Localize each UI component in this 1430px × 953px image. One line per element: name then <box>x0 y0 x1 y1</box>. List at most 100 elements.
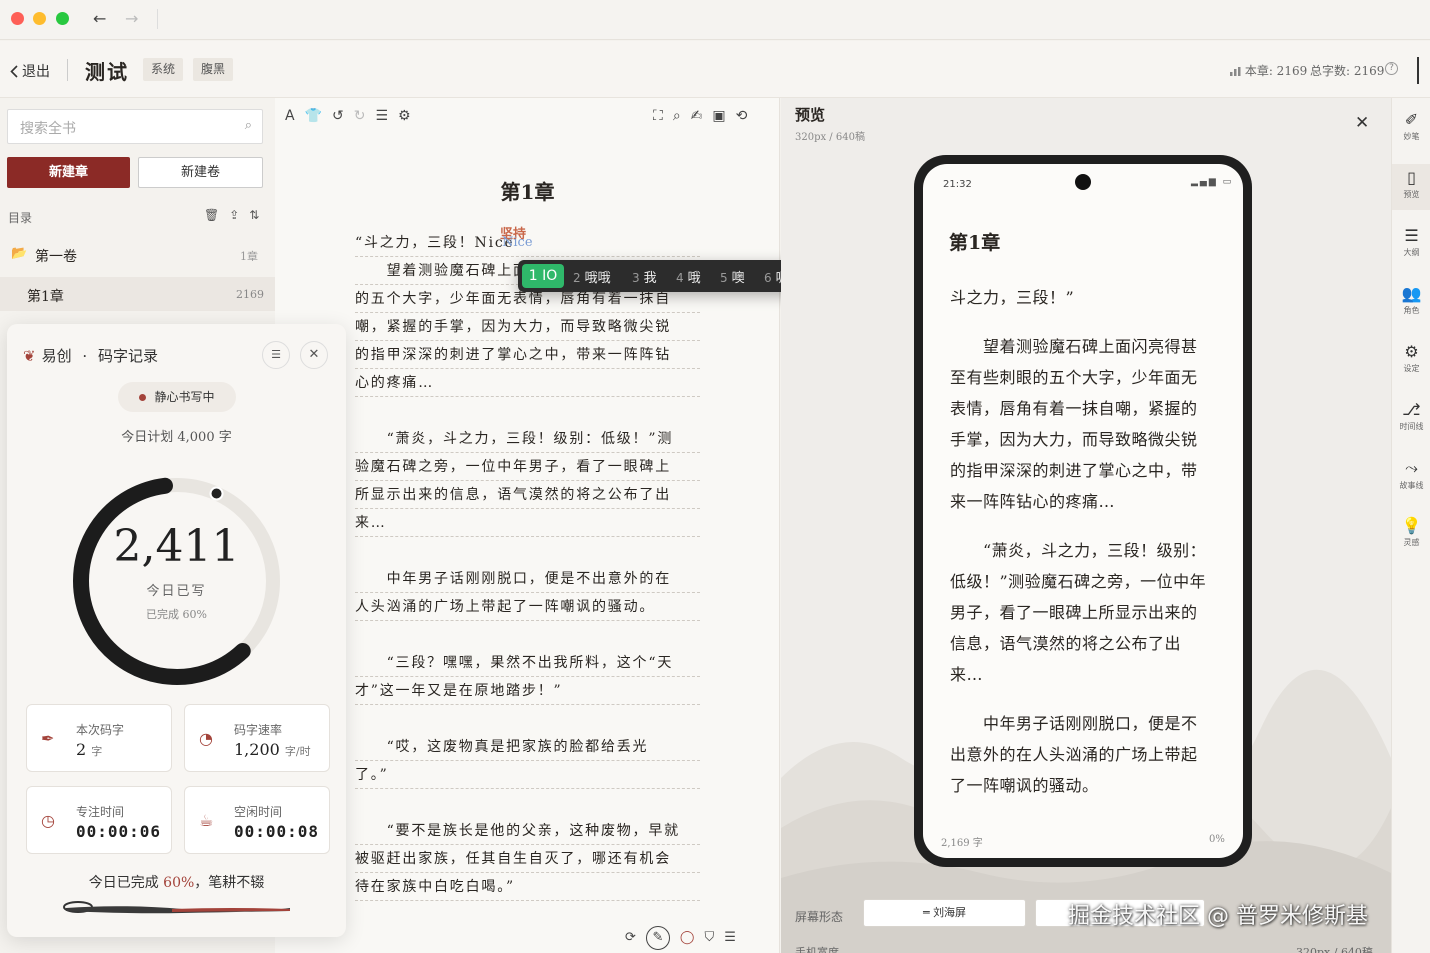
settings-icon[interactable]: ⚙ <box>398 108 411 124</box>
editor-line[interactable]: 嘲，紧握的手掌，因为大力，而导致略微尖锐 <box>355 313 700 341</box>
new-chapter-button[interactable]: 新建章 <box>7 157 130 188</box>
rail-item-label: 预览 <box>1403 190 1420 199</box>
undo-icon[interactable]: ↺ <box>332 108 344 124</box>
back-arrow-icon[interactable]: ← <box>93 9 106 28</box>
editor-line[interactable]: 心的疼痛… <box>355 369 700 397</box>
rail-item-预览[interactable]: ▯ 预览 <box>1392 164 1430 210</box>
phone-width-value: 320px / 640稿 <box>1296 946 1373 953</box>
storyline-icon: ⤳ <box>1405 458 1418 477</box>
upload-icon[interactable]: ⇪ <box>229 208 239 222</box>
zoom-window-button[interactable] <box>56 12 69 25</box>
shield-icon[interactable]: ⛉ <box>704 930 714 950</box>
editor-line[interactable]: 人头汹涌的广场上带起了一阵嘲讽的骚动。 <box>355 593 700 621</box>
ime-selected-candidate[interactable]: 1 IO <box>522 264 564 288</box>
rail-item-label: 妙笔 <box>1403 132 1420 141</box>
trash-icon[interactable]: 🗑 <box>204 208 219 222</box>
session-unit: 字 <box>91 745 103 758</box>
folder-icon: 📂 <box>11 246 28 261</box>
close-icon[interactable]: ✕ <box>1355 113 1369 133</box>
editor-line[interactable]: 验魔石碑之旁，一位中年男子，看了一眼碑上 <box>355 453 700 481</box>
rail-item-label: 设定 <box>1403 364 1420 373</box>
chapter-word-count: 2169 <box>236 288 264 301</box>
editor-line[interactable]: 待在家族中白吃白喝。” <box>355 873 700 901</box>
search-icon[interactable]: ⌕ <box>673 108 681 124</box>
footer-percent: 60% <box>163 875 195 891</box>
phone-text-line: “萧炎，斗之力，三段！级别： <box>950 541 1207 560</box>
help-icon[interactable]: ? <box>1385 62 1398 75</box>
idle-value: 00:00:08 <box>234 822 320 841</box>
phone-text-line: 信息，语气漠然的将之公布了出 <box>950 634 1182 653</box>
forward-arrow-icon[interactable]: → <box>125 9 138 28</box>
rail-item-label: 大纲 <box>1403 248 1420 257</box>
notch-screen-option[interactable]: ═ 刘海屏 <box>863 899 1026 927</box>
rail-item-大纲[interactable]: ☰ 大纲 <box>1392 222 1430 268</box>
phone-progress: 0% <box>1209 834 1225 845</box>
rail-item-label: 故事线 <box>1399 481 1424 490</box>
phone-width-label: 手机宽度 <box>795 946 839 953</box>
editor-line[interactable]: “要不是族长是他的父亲，这种废物，早就 <box>355 817 700 845</box>
new-volume-button[interactable]: 新建卷 <box>138 157 263 188</box>
editor-line[interactable]: 所显示出来的信息，语气漠然的将之公布了出 <box>355 481 700 509</box>
exit-label: 退出 <box>22 64 50 80</box>
phone-text-line: 中年男子话刚刚脱口，便是不 <box>950 714 1198 733</box>
ime-candidate[interactable]: 2 哦哦 <box>573 267 611 286</box>
indent-icon[interactable]: ☰ <box>375 108 388 124</box>
tag-system[interactable]: 系统 <box>143 58 184 81</box>
volume-item[interactable]: 📂 第一卷 1章 <box>0 238 275 270</box>
ghost-composition: Nice <box>502 235 533 250</box>
rail-item-label: 角色 <box>1403 306 1420 315</box>
book-title: 测试 <box>85 60 129 84</box>
ime-candidate[interactable]: 4哦 <box>676 267 701 286</box>
rail-item-时间线[interactable]: ⎇ 时间线 <box>1392 396 1430 442</box>
theme-icon[interactable]: 👕 <box>305 108 322 124</box>
font-icon[interactable]: A <box>285 108 295 124</box>
editor-line[interactable]: “三段？嘿嘿，果然不出我所料，这个“天 <box>355 649 700 677</box>
settings-sliders-icon[interactable]: ☰ <box>262 341 290 369</box>
rail-item-灵感[interactable]: 💡 灵感 <box>1392 512 1430 558</box>
editor-line[interactable] <box>355 705 700 733</box>
editor-line[interactable] <box>355 537 700 565</box>
redo-icon[interactable]: ↻ <box>354 108 366 124</box>
fullscreen-icon[interactable]: ⛶ <box>653 108 663 124</box>
window-titlebar: ← → <box>0 0 1430 40</box>
sync-icon[interactable]: ⟳ <box>625 930 636 950</box>
editor-line[interactable]: 被驱赶出家族，任其自生自灭了，哪还有机会 <box>355 845 700 873</box>
editor-line[interactable]: “萧炎，斗之力，三段！级别：低级！”测 <box>355 425 700 453</box>
history-icon[interactable]: ⟲ <box>736 108 748 124</box>
magic-wand-icon[interactable]: ✎ <box>645 926 670 950</box>
editor-line[interactable]: 才”这一年又是在原地踏步！” <box>355 677 700 705</box>
menu-icon[interactable]: ☰ <box>724 930 736 950</box>
editor-line[interactable]: “哎，这废物真是把家族的脸都给丢光 <box>355 733 700 761</box>
phone-text-line: 表情，唇角有着一抹自嘲，紧握的 <box>950 399 1198 418</box>
ime-candidate[interactable]: 3我 <box>632 267 657 286</box>
ime-candidate-number: 5 <box>720 271 728 285</box>
exit-button[interactable]: 退出 <box>10 61 50 81</box>
editor-line[interactable] <box>355 621 700 649</box>
rail-item-故事线[interactable]: ⤳ 故事线 <box>1392 454 1430 500</box>
focus-ring-icon[interactable]: ◯ <box>680 930 695 950</box>
search-input[interactable]: 搜索全书 ⌕ <box>7 109 263 144</box>
toc-actions: 🗑 ⇪ ⇅ <box>204 208 259 222</box>
signature-icon[interactable]: ✍ <box>691 108 703 124</box>
image-icon[interactable]: ▣ <box>712 108 725 124</box>
editor-line[interactable]: 中年男子话刚刚脱口，便是不出意外的在 <box>355 565 700 593</box>
tag-scheming[interactable]: 腹黑 <box>193 58 234 81</box>
status-text: 静心书写中 <box>154 390 215 404</box>
sort-icon[interactable]: ⇅ <box>249 208 259 222</box>
close-window-button[interactable] <box>11 12 24 25</box>
editor-line[interactable] <box>355 789 700 817</box>
rail-item-设定[interactable]: ⚙ 设定 <box>1392 338 1430 384</box>
minimize-window-button[interactable] <box>33 12 46 25</box>
editor-line[interactable]: 了。” <box>355 761 700 789</box>
footer-suffix: ，笔耕不辍 <box>194 875 265 891</box>
chapter-item[interactable]: 第1章 2169 <box>0 277 275 311</box>
ime-candidate-text: 哦 <box>687 271 701 286</box>
editor-line[interactable]: 来… <box>355 509 700 537</box>
ime-candidate[interactable]: 5噢 <box>720 267 745 286</box>
panel-toggle-handle[interactable] <box>1417 57 1419 84</box>
rail-item-妙笔[interactable]: ✐ 妙笔 <box>1392 106 1430 152</box>
editor-line[interactable]: 的指甲深深的刺进了掌心之中，带来一阵阵钻 <box>355 341 700 369</box>
editor-line[interactable] <box>355 397 700 425</box>
close-icon[interactable]: ✕ <box>300 341 328 369</box>
rail-item-角色[interactable]: 👥 角色 <box>1392 280 1430 326</box>
